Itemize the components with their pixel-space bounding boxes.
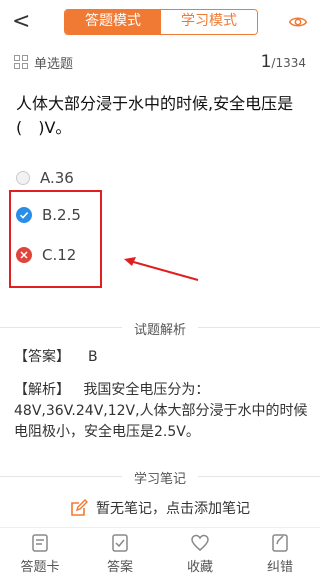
question-counter: 1/1334 [261,52,306,72]
current-index: 1 [260,52,272,72]
answer-label: 【答案】 [14,349,70,365]
add-note-button[interactable]: 暂无笔记，点击添加笔记 [70,498,250,518]
eye-icon[interactable] [288,12,308,32]
answer-card-icon [32,534,48,552]
option-label: A.36 [40,169,74,187]
notes-title: 学习笔记 [0,468,320,487]
grid-icon [14,55,28,69]
analysis-text: 【解析】 我国安全电压分为：48V,36V.24V,12V,人体大部分浸于水中的… [14,380,308,443]
highlight-box [9,190,102,288]
option-a[interactable]: A.36 [16,166,74,190]
back-button[interactable]: < [12,10,36,34]
tab-report-error[interactable]: 纠错 [240,528,320,580]
tab-label: 收藏 [186,560,213,575]
tab-answer-mode[interactable]: 答题模式 [65,10,161,34]
tab-label: 纠错 [266,560,293,575]
tab-favorite[interactable]: 收藏 [160,528,240,580]
radio-empty-icon [16,171,30,185]
edit-note-icon [71,499,88,516]
tab-label: 答案 [106,560,133,575]
question-text: 人体大部分浸于水中的时候,安全电压是( )V。 [16,94,294,137]
error-report-icon [272,534,288,552]
total-count: /1334 [271,56,306,70]
add-note-label: 暂无笔记，点击添加笔记 [96,501,250,517]
question-type-label: 单选题 [34,56,74,72]
answer-icon [112,534,128,552]
pointer-arrow-icon [124,257,199,281]
heart-icon [191,534,209,551]
top-bar: < 答题模式 学习模式 [0,0,320,44]
tab-answer[interactable]: 答案 [80,528,160,580]
bottom-tab-bar: 答题卡 答案 收藏 纠错 [0,527,320,580]
explain-label: 【解析】 [14,382,70,398]
analysis-title: 试题解析 [0,319,320,338]
tab-study-mode[interactable]: 学习模式 [161,10,257,34]
tab-label: 答题卡 [20,560,60,575]
mode-switch: 答题模式 学习模式 [64,9,258,35]
answer-row: 【答案】 B [14,346,98,366]
answer-value: B [88,349,98,365]
question-type: 单选题 [14,52,73,72]
tab-answer-card[interactable]: 答题卡 [0,528,80,580]
